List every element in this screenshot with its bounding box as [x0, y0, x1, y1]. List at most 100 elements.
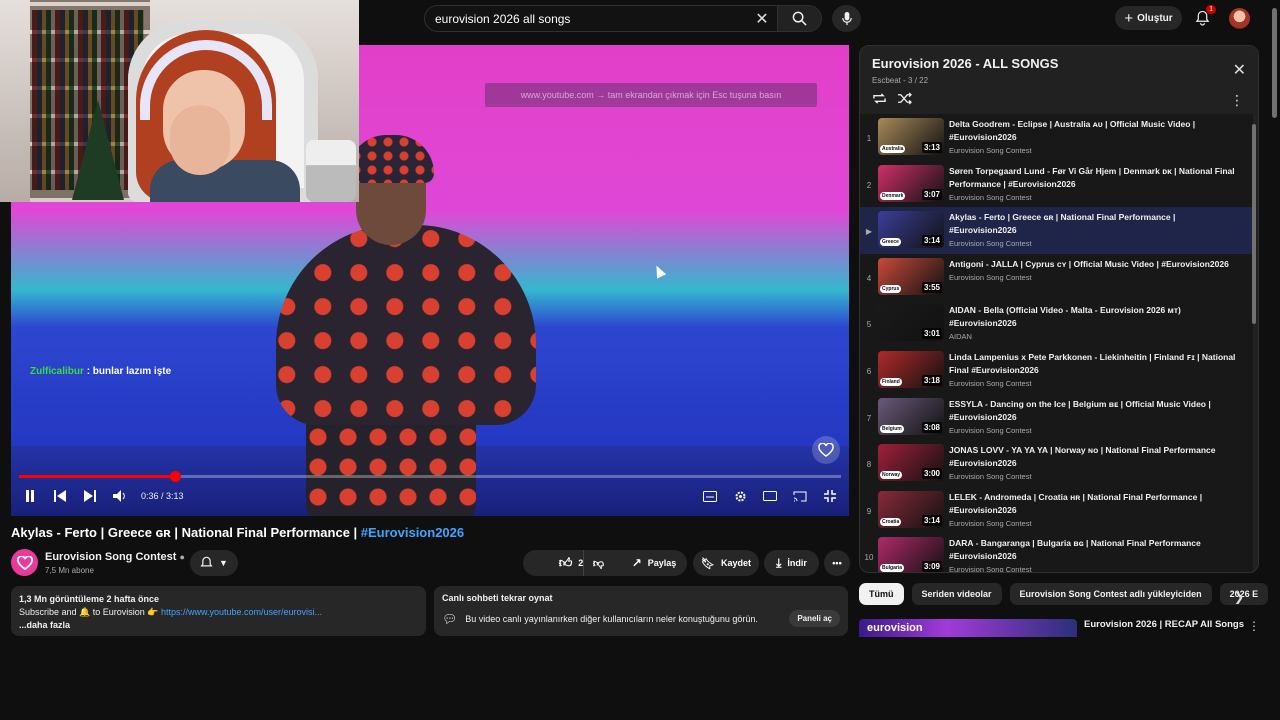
country-tag: Cyprus: [880, 284, 902, 293]
subtitles-icon[interactable]: [701, 487, 719, 505]
description-link[interactable]: https://www.youtube.com/user/eurovisi...: [161, 607, 322, 617]
video-thumbnail[interactable]: Norway 3:00: [878, 444, 944, 482]
playlist-item-title[interactable]: DARA - Bangaranga | Bulgaria ʙɢ | Nation…: [949, 537, 1245, 563]
like-button[interactable]: 👍︎ 26 B: [523, 550, 633, 576]
playlist-item-title[interactable]: Delta Goodrem - Eclipse | Australia ᴀᴜ |…: [949, 118, 1245, 144]
previous-icon[interactable]: [51, 487, 69, 505]
playlist-item-title[interactable]: AIDAN - Bella (Official Video - Malta - …: [949, 304, 1245, 330]
heart-icon[interactable]: [812, 436, 840, 464]
dislike-button[interactable]: 👎︎: [583, 550, 613, 576]
playlist-menu-icon[interactable]: ⋮: [1230, 92, 1244, 109]
video-thumbnail[interactable]: 3:01: [878, 304, 944, 342]
video-thumbnail[interactable]: Denmark 3:07: [878, 164, 944, 202]
playlist-item-title[interactable]: Akylas - Ferto | Greece ɢʀ | National Fi…: [949, 211, 1245, 237]
channel-name[interactable]: Eurovision Song Contest ●: [45, 551, 185, 563]
duration-badge: 3:13: [921, 142, 942, 153]
pause-icon[interactable]: [21, 487, 39, 505]
close-icon[interactable]: ✕: [1233, 60, 1246, 80]
cast-icon[interactable]: [791, 487, 809, 505]
notification-bell-subscribe-button[interactable]: ▼: [190, 550, 238, 576]
shuffle-icon[interactable]: [897, 92, 912, 110]
recommended-title[interactable]: Eurovision 2026 | RECAP All Songs: [1084, 619, 1244, 630]
playlist-item[interactable]: 6 Finland 3:18 Linda Lampenius x Pete Parkk…: [860, 347, 1253, 394]
playlist-item-title[interactable]: Antigoni - JALLA | Cyprus ᴄʏ | Official …: [949, 258, 1245, 271]
verified-icon: ●: [179, 552, 185, 562]
playlist-title[interactable]: Eurovision 2026 - ALL SONGS: [872, 56, 1246, 71]
country-tag: Greece: [880, 238, 901, 247]
voice-search-button[interactable]: [832, 5, 861, 32]
playlist-item[interactable]: 2 Denmark 3:07 Søren Torpegaard Lund - Før …: [860, 161, 1253, 208]
playlist-item[interactable]: 8 Norway 3:00 JONAS LOVV - YA YA YA | Norwa…: [860, 440, 1253, 487]
duration-badge: 3:18: [921, 374, 942, 386]
account-avatar[interactable]: [1229, 8, 1250, 29]
filter-chip[interactable]: Seriden videolar: [911, 583, 1002, 605]
settings-gear-icon[interactable]: [731, 487, 749, 505]
playlist-item-title[interactable]: LELEK - Andromeda | Croatia ʜʀ | Nationa…: [949, 491, 1245, 517]
theater-mode-icon[interactable]: [761, 487, 779, 505]
chat-bubble-icon: 💬︎: [442, 611, 458, 626]
playlist-item-channel: Eurovision Song Contest: [949, 272, 1032, 282]
plus-icon: +: [1124, 9, 1134, 27]
playlist-item-title[interactable]: Søren Torpegaard Lund - Før Vi Går Hjem …: [949, 165, 1245, 191]
loop-icon[interactable]: [872, 92, 887, 110]
chat-username: Zulficalibur: [30, 366, 84, 377]
country-tag: Norway: [880, 471, 903, 480]
channel-avatar[interactable]: [11, 549, 38, 576]
filter-chip[interactable]: Tümü: [859, 583, 904, 605]
playlist-item-title[interactable]: ESSYLA - Dancing on the Ice | Belgium ʙᴇ…: [949, 398, 1245, 424]
duration-badge: 3:14: [921, 235, 942, 247]
filter-chip[interactable]: Eurovision Song Contest adlı yükleyicide…: [1009, 583, 1212, 605]
volume-icon[interactable]: [111, 487, 129, 505]
create-button[interactable]: + Oluştur: [1115, 6, 1182, 30]
search-button[interactable]: [777, 6, 821, 31]
playlist-item-channel: Eurovision Song Contest: [949, 518, 1032, 528]
playlist-item-title[interactable]: JONAS LOVV - YA YA YA | Norway ɴᴏ | Nati…: [949, 444, 1245, 470]
playlist-item-channel: Eurovision Song Contest: [949, 472, 1032, 482]
share-button[interactable]: ↗ Paylaş: [621, 550, 687, 576]
page-scrollbar[interactable]: [1272, 8, 1277, 118]
video-thumbnail[interactable]: Cyprus 3:55: [878, 257, 944, 295]
open-panel-button[interactable]: Paneli aç: [789, 610, 840, 627]
playlist-item-index: 6: [866, 366, 872, 376]
save-button[interactable]: 🔖︎ Kaydet: [693, 550, 759, 576]
playlist-item[interactable]: ▶ Greece 3:14 Akylas - Ferto | Greece ɢʀ | …: [860, 207, 1253, 254]
search-box[interactable]: eurovision 2026 all songs ✕: [424, 5, 822, 32]
playlist-item-index: 1: [866, 134, 872, 143]
playlist-item[interactable]: 5 3:01 AIDAN - Bella (Official Video - Mal…: [860, 300, 1253, 347]
country-tag: Australia: [880, 145, 906, 153]
show-more-link[interactable]: ...daha fazla: [19, 619, 418, 632]
video-hashtag-link[interactable]: #Eurovision2026: [361, 525, 464, 540]
playlist-item-index: 2: [866, 180, 872, 190]
playlist-scrollbar[interactable]: [1252, 124, 1256, 324]
playlist-item[interactable]: 1 Australia 3:13 Delta Goodrem - Eclipse | …: [860, 114, 1253, 161]
video-thumbnail[interactable]: Australia 3:13: [878, 118, 944, 155]
playlist-item[interactable]: 4 Cyprus 3:55 Antigoni - JALLA | Cyprus ᴄʏ …: [860, 254, 1253, 301]
duration-badge: 3:14: [921, 514, 942, 526]
more-vertical-icon[interactable]: ⋮: [1248, 619, 1259, 633]
download-button[interactable]: ⤓ İndir: [764, 550, 819, 576]
description-box[interactable]: 1,3 Mn görüntüleme 2 hafta önce Subscrib…: [11, 586, 426, 636]
chevron-right-icon[interactable]: ❯: [1234, 590, 1244, 604]
playlist-item-channel: Eurovision Song Contest: [949, 425, 1032, 435]
more-actions-button[interactable]: •••: [824, 550, 850, 576]
playlist-item[interactable]: 10 Bulgaria 3:09 DARA - Bangaranga | Bulgar…: [860, 533, 1253, 572]
playlist-panel: Eurovision 2026 - ALL SONGS Escbeat - 3 …: [859, 45, 1259, 573]
video-thumbnail[interactable]: Finland 3:18: [878, 350, 944, 388]
playlist-item-index: 10: [864, 553, 874, 563]
notifications-button[interactable]: 1: [1191, 5, 1216, 29]
playlist-item[interactable]: 9 Croatia 3:14 LELEK - Andromeda | Croatia …: [860, 487, 1253, 534]
clear-search-icon[interactable]: ✕: [747, 9, 777, 29]
chevron-down-icon: ▼: [219, 558, 228, 568]
next-icon[interactable]: [81, 487, 99, 505]
playlist-item-title[interactable]: Linda Lampenius x Pete Parkkonen - Lieki…: [949, 351, 1245, 377]
exit-fullscreen-icon[interactable]: [821, 487, 839, 505]
playlist-item-index: 7: [866, 413, 872, 423]
recommended-thumbnail[interactable]: eurovision: [859, 619, 1077, 637]
recommended-video-card[interactable]: eurovision Eurovision 2026 | RECAP All S…: [859, 619, 1259, 637]
video-thumbnail[interactable]: Bulgaria 3:09: [878, 537, 944, 572]
playlist-item[interactable]: 7 Belgium 3:08 ESSYLA - Dancing on the Ice …: [860, 394, 1253, 441]
video-thumbnail[interactable]: Greece 3:14: [878, 211, 944, 249]
video-thumbnail[interactable]: Croatia 3:14: [878, 490, 944, 528]
video-thumbnail[interactable]: Belgium 3:08: [878, 397, 944, 435]
search-input[interactable]: eurovision 2026 all songs: [425, 12, 747, 26]
